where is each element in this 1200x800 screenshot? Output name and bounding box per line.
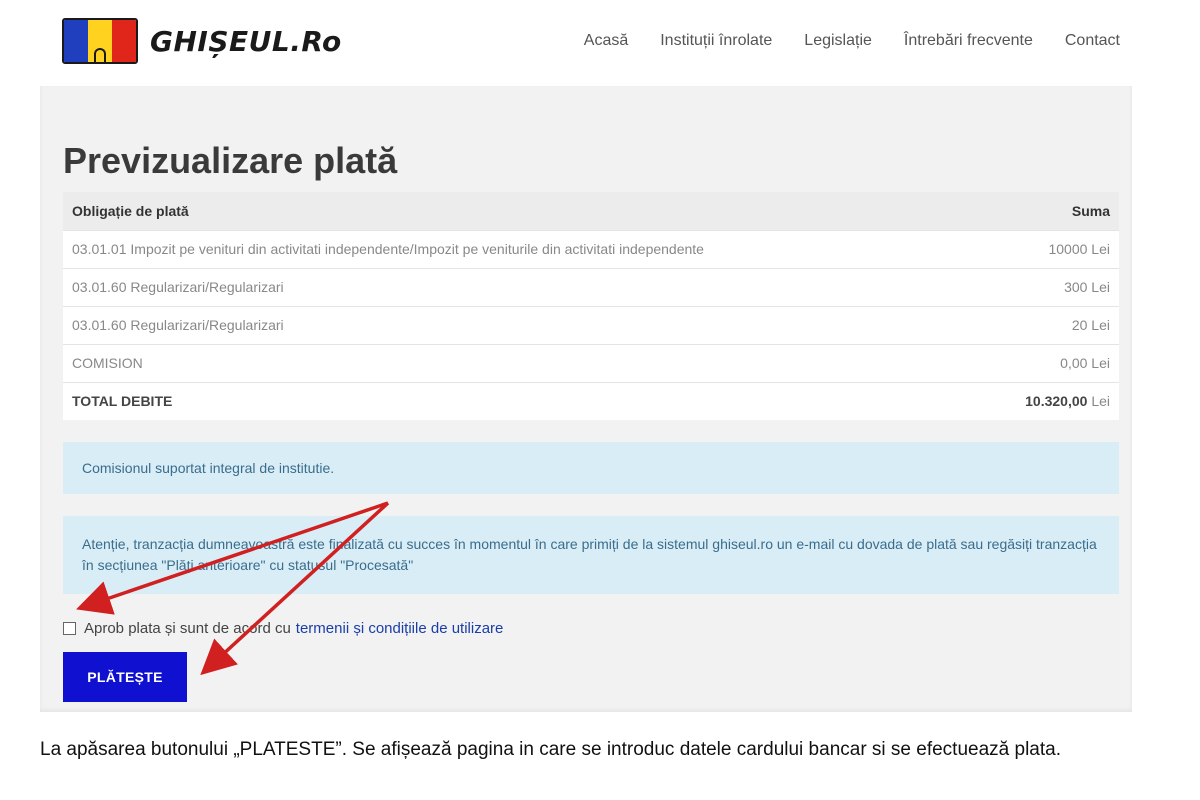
row-amount: 0,00 Lei: [974, 343, 1119, 382]
warning-alert: Atenție, tranzacția dumneavoastră este f…: [63, 516, 1119, 594]
row-label: 03.01.60 Regularizari/Regularizari: [63, 305, 975, 344]
total-amount: 10.320,00 Lei: [974, 381, 1119, 420]
nav-item-contact[interactable]: Contact: [1065, 32, 1120, 50]
total-row: TOTAL DEBITE 10.320,00 Lei: [63, 381, 1119, 420]
table-header-row: Obligație de plată Suma: [63, 192, 1119, 230]
terms-checkbox[interactable]: [63, 622, 76, 635]
page-title: Previzualizare plată: [63, 140, 398, 181]
column-header-amount: Suma: [974, 192, 1119, 230]
row-label: COMISION: [63, 343, 975, 382]
table-row: 03.01.01 Impozit pe venituri din activit…: [63, 229, 1119, 268]
pay-button[interactable]: PLĂTEȘTE: [63, 652, 187, 702]
row-amount: 10000 Lei: [974, 229, 1119, 268]
row-amount: 20 Lei: [974, 305, 1119, 344]
total-unit: Lei: [1091, 393, 1110, 410]
terms-link[interactable]: termenii și condițiile de utilizare: [296, 620, 504, 637]
commission-alert: Comisionul suportat integral de institut…: [63, 442, 1119, 494]
site-header: GHIȘEUL.Ro Acasă Instituții înrolate Leg…: [0, 0, 1200, 86]
table-row: COMISION 0,00 Lei: [63, 343, 1119, 382]
flag-logo-icon: [62, 18, 138, 64]
terms-text: Aprob plata și sunt de acord cu: [84, 620, 291, 637]
nav-item-intrebari[interactable]: Întrebări frecvente: [904, 32, 1033, 50]
total-value: 10.320,00: [1025, 393, 1088, 410]
table-row: 03.01.60 Regularizari/Regularizari 300 L…: [63, 267, 1119, 306]
nav-item-institutii[interactable]: Instituții înrolate: [660, 32, 772, 50]
total-label: TOTAL DEBITE: [63, 381, 975, 420]
logo-text: GHIȘEUL.Ro: [150, 24, 342, 58]
column-header-obligation: Obligație de plată: [63, 192, 975, 230]
table-row: 03.01.60 Regularizari/Regularizari 20 Le…: [63, 305, 1119, 344]
payment-table: Obligație de plată Suma 03.01.01 Impozit…: [63, 192, 1119, 420]
site-logo[interactable]: GHIȘEUL.Ro: [62, 18, 342, 64]
row-label: 03.01.01 Impozit pe venituri din activit…: [63, 229, 975, 268]
main-nav: Acasă Instituții înrolate Legislație Înt…: [584, 32, 1120, 50]
row-amount: 300 Lei: [974, 267, 1119, 306]
caption-text: La apăsarea butonului „PLATESTE”. Se afi…: [40, 739, 1061, 760]
nav-item-acasa[interactable]: Acasă: [584, 32, 628, 50]
nav-item-legislatie[interactable]: Legislație: [804, 32, 872, 50]
terms-agreement: Aprob plata și sunt de acord cu termenii…: [63, 620, 503, 637]
row-label: 03.01.60 Regularizari/Regularizari: [63, 267, 975, 306]
